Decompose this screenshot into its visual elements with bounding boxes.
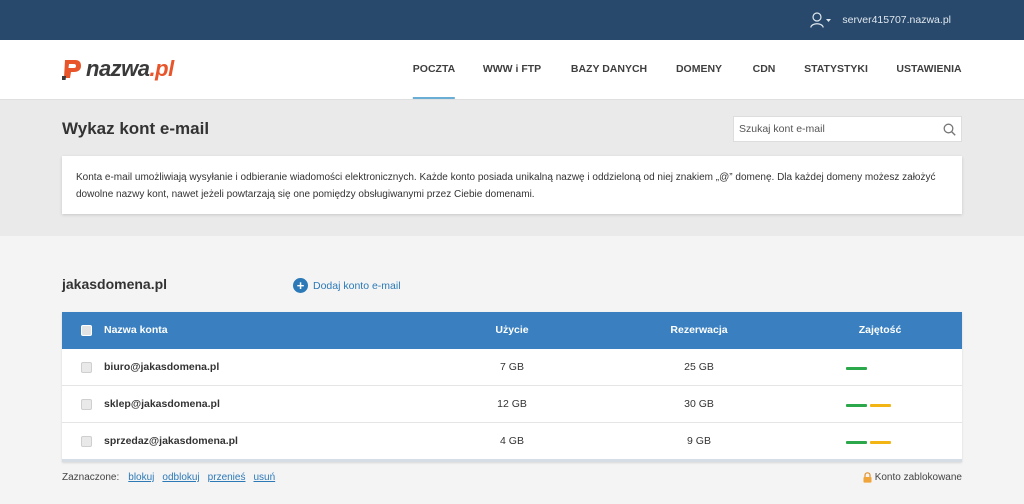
occupancy-segment-yellow [870, 404, 891, 407]
nav-ustawienia[interactable]: USTAWIENIA [896, 40, 961, 100]
email-accounts-table: Nazwa konta Użycie Rezerwacja Zajętość b… [62, 312, 962, 462]
server-selector[interactable]: server415707.nazwa.pl [810, 0, 951, 40]
table-header: Nazwa konta Użycie Rezerwacja Zajętość [62, 312, 962, 349]
main-navbar: nazwa.pl POCZTA WWW i FTP BAZY DANYCH DO… [0, 40, 1024, 100]
account-reservation: 25 GB [684, 361, 714, 373]
logo-wordmark: nazwa.pl [86, 56, 174, 81]
logo-icon [62, 60, 81, 80]
account-name[interactable]: sklep@jakasdomena.pl [104, 386, 220, 423]
nav-cdn[interactable]: CDN [753, 40, 776, 100]
select-all-checkbox[interactable] [81, 325, 92, 336]
info-panel: Konta e-mail umożliwiają wysyłanie i odb… [62, 156, 962, 214]
table-row[interactable]: sprzedaz@jakasdomena.pl 4 GB 9 GB [62, 423, 962, 462]
add-email-account-button[interactable]: + Dodaj konto e-mail [293, 278, 401, 293]
account-reservation: 9 GB [687, 435, 711, 447]
table-row[interactable]: biuro@jakasdomena.pl 7 GB 25 GB [62, 349, 962, 386]
delete-link[interactable]: usuń [253, 472, 275, 483]
occupancy-segment-green [846, 404, 867, 407]
header-name: Nazwa konta [104, 324, 168, 336]
account-usage: 4 GB [500, 435, 524, 447]
selected-label: Zaznaczone: [62, 472, 120, 483]
nav-domeny[interactable]: DOMENY [676, 40, 722, 100]
nav-bazy-danych[interactable]: BAZY DANYCH [571, 40, 647, 100]
unblock-link[interactable]: odblokuj [162, 472, 199, 483]
occupancy-bar [846, 367, 867, 370]
bulk-actions: Zaznaczone: blokuj odblokuj przenieś usu… [62, 472, 962, 483]
account-reservation: 30 GB [684, 398, 714, 410]
move-link[interactable]: przenieś [208, 472, 246, 483]
page-title: Wykaz kont e-mail [62, 119, 210, 138]
domain-title: jakasdomena.pl [62, 276, 168, 292]
table-row[interactable]: sklep@jakasdomena.pl 12 GB 30 GB [62, 386, 962, 423]
nav-poczta[interactable]: POCZTA [412, 40, 456, 100]
account-name[interactable]: sprzedaz@jakasdomena.pl [104, 423, 238, 460]
header-occupancy: Zajętość [858, 324, 902, 336]
account-usage: 12 GB [497, 398, 527, 410]
search-input[interactable] [734, 117, 937, 141]
nav-statystyki[interactable]: STATYSTYKI [804, 40, 868, 100]
locked-label: Konto zablokowane [874, 472, 962, 483]
nav-www-ftp[interactable]: WWW i FTP [483, 40, 541, 100]
header-reservation: Rezerwacja [670, 324, 728, 336]
server-name: server415707.nazwa.pl [842, 14, 951, 26]
account-name[interactable]: biuro@jakasdomena.pl [104, 349, 219, 386]
add-email-account-label: Dodaj konto e-mail [313, 279, 401, 292]
account-usage: 7 GB [500, 361, 524, 373]
plus-icon: + [293, 278, 308, 293]
occupancy-segment-green [846, 367, 867, 370]
row-checkbox[interactable] [81, 399, 92, 410]
block-link[interactable]: blokuj [128, 472, 154, 483]
user-icon [810, 11, 832, 29]
occupancy-segment-yellow [870, 441, 891, 444]
lock-icon [863, 472, 872, 483]
row-checkbox[interactable] [81, 362, 92, 373]
search-box [733, 116, 962, 142]
header-usage: Użycie [495, 324, 529, 336]
row-checkbox[interactable] [81, 436, 92, 447]
search-icon[interactable] [937, 117, 961, 141]
logo[interactable]: nazwa.pl [62, 56, 174, 82]
occupancy-bar [846, 441, 891, 444]
top-bar: server415707.nazwa.pl [0, 0, 1024, 40]
occupancy-bar [846, 404, 891, 407]
locked-legend: Konto zablokowane [863, 472, 962, 483]
occupancy-segment-green [846, 441, 867, 444]
